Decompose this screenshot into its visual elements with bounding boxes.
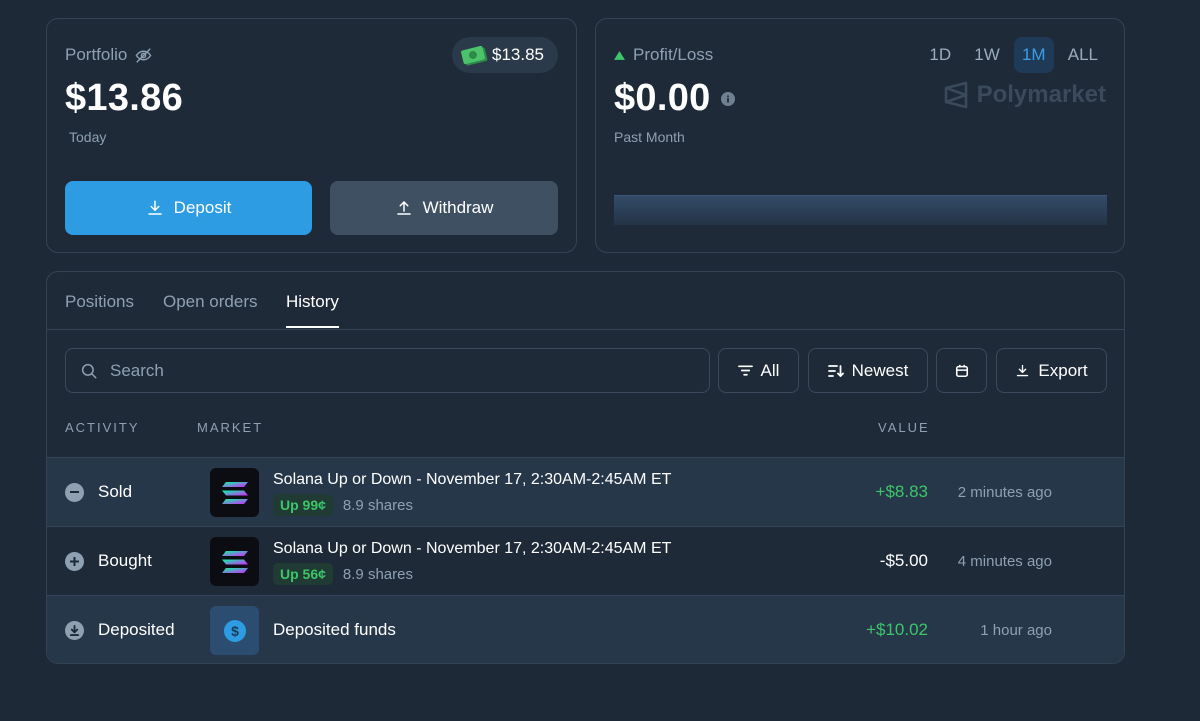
deposit-button-label: Deposit <box>173 198 232 217</box>
export-button[interactable]: Export <box>996 348 1107 393</box>
sort-label: Newest <box>851 360 909 380</box>
solana-market-thumbnail[interactable] <box>210 468 259 517</box>
activity-card: Positions Open orders History All Newest <box>46 271 1125 664</box>
triangle-up-icon <box>614 50 625 60</box>
market-title[interactable]: Solana Up or Down - November 17, 2:30AM-… <box>273 471 671 489</box>
cash-balance-badge[interactable]: $13.85 <box>452 37 558 73</box>
column-header-market: MARKET <box>197 420 264 435</box>
plus-circle-icon <box>65 551 84 571</box>
withdraw-button-label: Withdraw <box>422 198 494 217</box>
deposit-button[interactable]: Deposit <box>65 181 312 235</box>
solana-market-thumbnail[interactable] <box>210 537 259 586</box>
activity-label: Deposited <box>98 620 175 639</box>
deposit-thumbnail: $ <box>210 606 259 655</box>
row-timestamp: 4 minutes ago <box>957 553 1052 570</box>
minus-circle-icon <box>65 482 84 502</box>
range-tab-1w[interactable]: 1W <box>966 37 1008 73</box>
download-circle-icon <box>65 620 84 640</box>
polymarket-logo-text: Polymarket <box>976 81 1106 108</box>
tab-history[interactable]: History <box>286 292 339 328</box>
cash-balance-value: $13.85 <box>492 45 544 64</box>
portfolio-period: Today <box>69 129 107 145</box>
table-row[interactable]: Deposited $ Deposited funds +$10.02 1 ho… <box>47 595 1124 663</box>
pnl-chart[interactable] <box>614 195 1107 225</box>
table-row[interactable]: Bought Solana Up or Down - November 17, … <box>47 526 1124 595</box>
sort-button[interactable]: Newest <box>808 348 928 393</box>
row-timestamp: 2 minutes ago <box>957 484 1052 501</box>
sort-icon <box>827 364 844 378</box>
export-label: Export <box>1038 360 1088 380</box>
dollar-coin-icon: $ <box>223 619 247 643</box>
market-meta: Up 56¢ 8.9 shares <box>273 563 413 585</box>
range-tab-1m[interactable]: 1M <box>1013 37 1054 73</box>
table-row[interactable]: Sold Solana Up or Down - November 17, 2:… <box>47 457 1124 526</box>
market-title[interactable]: Solana Up or Down - November 17, 2:30AM-… <box>273 540 671 558</box>
range-tab-all[interactable]: ALL <box>1060 37 1106 73</box>
tab-positions[interactable]: Positions <box>65 292 134 326</box>
row-value: +$10.02 <box>866 620 928 639</box>
polymarket-logo-icon <box>943 81 969 109</box>
activity-label: Sold <box>98 482 133 501</box>
row-value: +$8.83 <box>875 482 928 501</box>
search-box[interactable] <box>65 348 710 393</box>
activity-tabs: Positions Open orders History <box>47 272 1124 330</box>
market-meta: Up 99¢ 8.9 shares <box>273 494 413 516</box>
activity-cell: Deposited <box>65 620 175 640</box>
portfolio-card: Portfolio $13.86 Today $13.85 Deposit Wi… <box>46 18 577 253</box>
activity-label: Bought <box>98 551 152 570</box>
filter-icon <box>737 364 753 377</box>
download-icon <box>146 199 164 217</box>
shares-count: 8.9 shares <box>342 496 413 514</box>
pnl-card: Profit/Loss $0.00 Past Month 1D 1W 1M AL… <box>595 18 1125 253</box>
svg-text:$: $ <box>231 623 239 639</box>
date-picker-button[interactable] <box>936 348 987 393</box>
shares-count: 8.9 shares <box>342 565 413 583</box>
market-title: Deposited funds <box>273 620 396 639</box>
portfolio-value: $13.86 <box>65 77 184 119</box>
pnl-label-row: Profit/Loss <box>614 45 713 65</box>
pnl-period: Past Month <box>614 129 685 145</box>
outcome-badge: Up 99¢ <box>273 494 333 516</box>
pnl-label: Profit/Loss <box>633 45 714 64</box>
portfolio-label-row: Portfolio <box>65 45 152 65</box>
row-timestamp: 1 hour ago <box>980 622 1052 639</box>
column-header-value: VALUE <box>878 420 930 435</box>
info-icon[interactable] <box>720 91 735 106</box>
pnl-value: $0.00 <box>614 77 711 119</box>
filter-label: All <box>760 360 780 380</box>
activity-cell: Sold <box>65 482 132 502</box>
search-icon <box>80 362 98 380</box>
eye-off-icon[interactable] <box>135 47 152 64</box>
polymarket-logo: Polymarket <box>943 81 1106 109</box>
column-header-activity: ACTIVITY <box>65 420 140 435</box>
cash-icon <box>460 45 486 65</box>
portfolio-label: Portfolio <box>65 45 128 64</box>
row-value: -$5.00 <box>879 551 928 570</box>
tab-open-orders[interactable]: Open orders <box>163 292 258 326</box>
activity-cell: Bought <box>65 551 152 571</box>
withdraw-button[interactable]: Withdraw <box>330 181 558 235</box>
range-tab-1d[interactable]: 1D <box>920 37 960 73</box>
filter-button[interactable]: All <box>718 348 799 393</box>
download-icon <box>1015 363 1030 378</box>
search-input[interactable] <box>110 360 670 381</box>
upload-icon <box>395 199 413 217</box>
calendar-icon <box>955 364 969 378</box>
time-range-tabs: 1D 1W 1M ALL <box>920 37 1106 73</box>
pnl-value-row: $0.00 <box>614 77 735 120</box>
outcome-badge: Up 56¢ <box>273 563 333 585</box>
